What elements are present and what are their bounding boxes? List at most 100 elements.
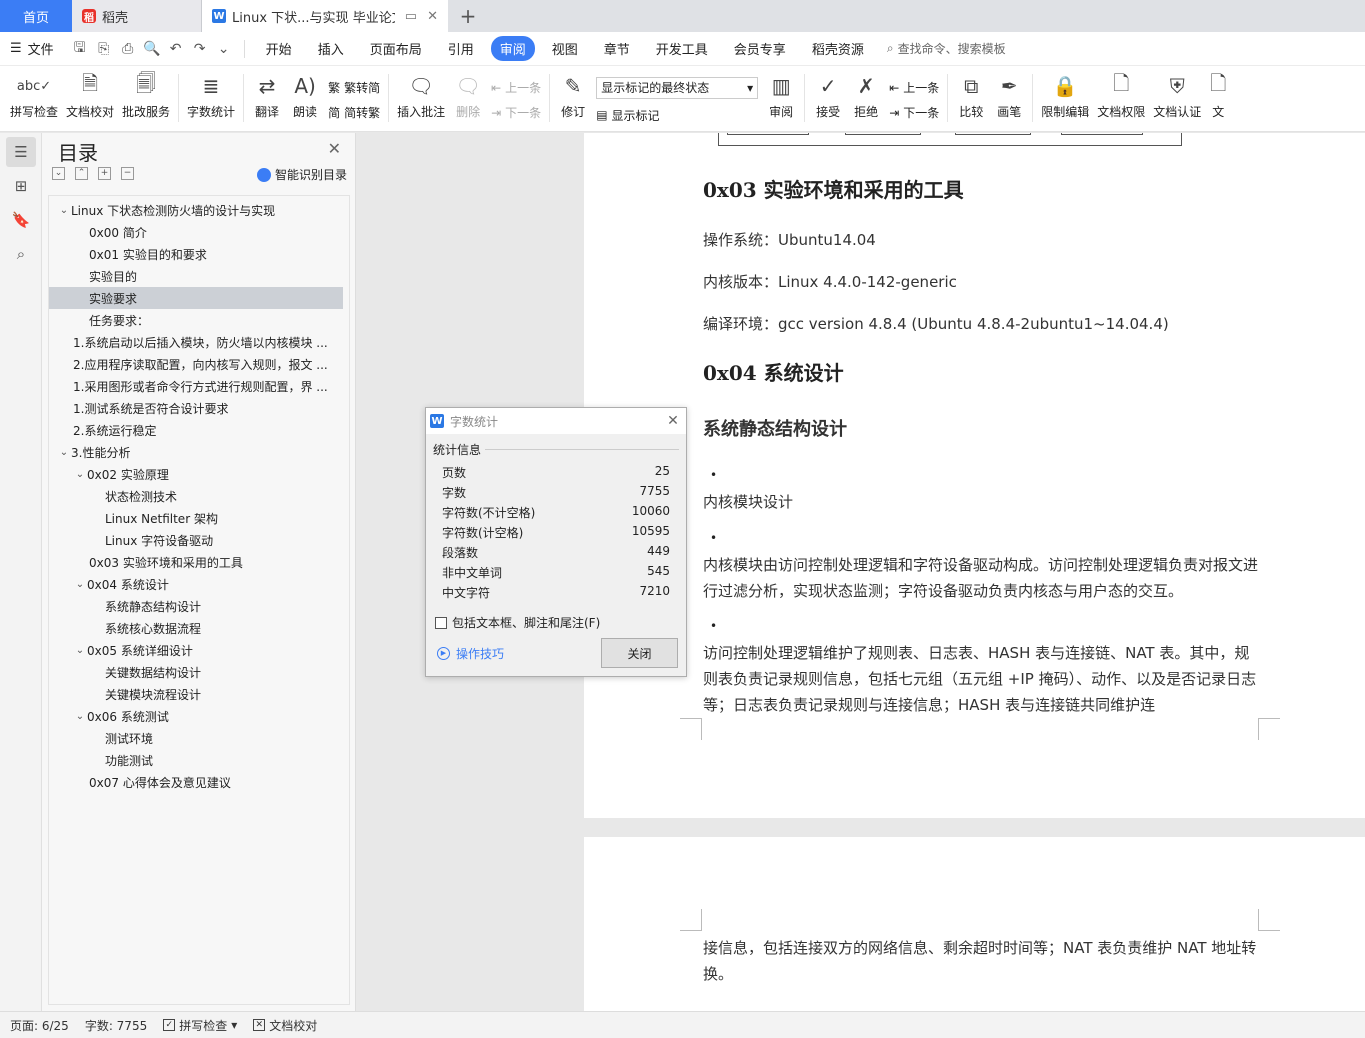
smart-toc-button[interactable]: 智能识别目录: [256, 166, 347, 183]
close-icon[interactable]: ✕: [660, 413, 686, 429]
prev-comment-button[interactable]: ⇤ 上一条: [491, 79, 541, 96]
file-menu[interactable]: ☰ 文件: [10, 39, 54, 58]
review-pane-button[interactable]: ▥ 审阅: [766, 66, 796, 126]
toc-item[interactable]: ⌄ 0x02 实验原理: [49, 463, 349, 485]
expand-all-icon[interactable]: ⌄: [52, 167, 65, 180]
menu-resources[interactable]: 稻壳资源: [803, 36, 873, 61]
toc-item[interactable]: 实验要求: [49, 287, 343, 309]
find-icon[interactable]: ⌕: [6, 239, 36, 269]
translate-button[interactable]: ⇄ 翻译: [252, 66, 282, 126]
save-icon[interactable]: 🖫: [68, 37, 92, 61]
toc-item[interactable]: 2.应用程序读取配置，向内核写入规则，报文 ...: [49, 353, 349, 375]
track-changes-button[interactable]: ✎ 修订: [558, 66, 588, 126]
menu-developer[interactable]: 开发工具: [647, 36, 717, 61]
tab-wk[interactable]: 稻 稻壳: [72, 0, 202, 32]
spellcheck-status[interactable]: ✓ 拼写检查 ▾: [163, 1017, 237, 1034]
chevron-down-icon[interactable]: ⌄: [57, 447, 71, 458]
more-ribbon-button[interactable]: 🗋 文: [1209, 66, 1227, 126]
remove-heading-icon[interactable]: −: [121, 167, 134, 180]
to-simplified-button[interactable]: 简简转繁: [328, 104, 380, 121]
word-count-status[interactable]: 字数: 7755: [85, 1017, 147, 1034]
menu-member[interactable]: 会员专享: [725, 36, 795, 61]
next-change-button[interactable]: ⇥ 下一条: [889, 104, 939, 121]
read-aloud-button[interactable]: A) 朗读: [290, 66, 320, 126]
doc-certify-button[interactable]: ⛨ 文档认证: [1153, 66, 1201, 126]
document-page[interactable]: 接信息，包括连接双方的网络信息、剩余超时时间等；NAT 表负责维护 NAT 地址…: [584, 837, 1365, 1011]
restrict-edit-button[interactable]: 🔒 限制编辑: [1041, 66, 1089, 126]
compare-button[interactable]: ⧉ 比较: [956, 66, 986, 126]
insert-comment-button[interactable]: 🗨 插入批注: [397, 66, 445, 126]
toc-item[interactable]: 0x03 实验环境和采用的工具: [49, 551, 349, 573]
tab-document[interactable]: W Linux 下状...与实现 毕业论文 ▭ ✕: [202, 0, 448, 32]
toc-item[interactable]: ⌄ 3.性能分析: [49, 441, 349, 463]
close-tab-icon[interactable]: ✕: [427, 9, 438, 24]
tips-link[interactable]: ▶ 操作技巧: [437, 645, 504, 662]
menu-reference[interactable]: 引用: [439, 36, 483, 61]
word-count-button[interactable]: ≣ 字数统计: [187, 66, 235, 126]
prev-change-button[interactable]: ⇤ 上一条: [889, 79, 939, 96]
chevron-down-icon[interactable]: ⌄: [73, 645, 87, 656]
toc-item[interactable]: 0x07 心得体会及意见建议: [49, 771, 349, 793]
menu-insert[interactable]: 插入: [309, 36, 353, 61]
menu-start[interactable]: 开始: [257, 36, 301, 61]
toc-item[interactable]: Linux 字符设备驱动: [49, 529, 349, 551]
proofread-button[interactable]: 🗎 文档校对: [66, 66, 114, 126]
to-traditional-button[interactable]: 繁繁转简: [328, 79, 380, 96]
toc-item[interactable]: 系统核心数据流程: [49, 617, 349, 639]
collapse-all-icon[interactable]: ⌃: [75, 167, 88, 180]
checkbox-box[interactable]: [435, 616, 447, 629]
toc-item[interactable]: 功能测试: [49, 749, 349, 771]
redo-icon[interactable]: ↷: [188, 37, 212, 61]
next-comment-button[interactable]: ⇥ 下一条: [491, 104, 541, 121]
doc-permission-button[interactable]: 🗋 文档权限: [1097, 66, 1145, 126]
toc-item[interactable]: 实验目的: [49, 265, 349, 287]
proofread-status[interactable]: ✕ 文档校对: [253, 1017, 317, 1034]
chevron-down-icon[interactable]: ⌄: [73, 469, 87, 480]
toc-item[interactable]: 测试环境: [49, 727, 349, 749]
chevron-down-icon[interactable]: ⌄: [73, 711, 87, 722]
toc-item[interactable]: 1.系统启动以后插入模块，防火墙以内核模块 ...: [49, 331, 349, 353]
new-tab-icon[interactable]: +: [448, 0, 488, 32]
dialog-close-button[interactable]: 关闭: [601, 638, 678, 668]
toc-item[interactable]: 系统静态结构设计: [49, 595, 349, 617]
toc-item[interactable]: 任务要求：: [49, 309, 349, 331]
review-service-button[interactable]: 🗐 批改服务: [122, 66, 170, 126]
pen-button[interactable]: ✒ 画笔: [994, 66, 1024, 126]
close-icon[interactable]: ✕: [328, 139, 341, 158]
bookmark-icon[interactable]: 🔖: [6, 205, 36, 235]
chevron-down-icon[interactable]: ⌄: [57, 205, 71, 216]
menu-review[interactable]: 审阅: [490, 36, 535, 61]
document-page[interactable]: 0x03 实验环境和采用的工具 操作系统：Ubuntu14.04 内核版本：Li…: [584, 133, 1365, 818]
tab-home[interactable]: 首页: [0, 0, 72, 32]
toc-item[interactable]: 0x00 简介: [49, 221, 349, 243]
toc-item[interactable]: 2.系统运行稳定: [49, 419, 349, 441]
display-mode-select[interactable]: 显示标记的最终状态 ▾: [596, 76, 759, 99]
print-icon[interactable]: ⎙: [116, 37, 140, 61]
chevron-down-icon[interactable]: ⌄: [73, 579, 87, 590]
menu-chapter[interactable]: 章节: [595, 36, 639, 61]
reject-button[interactable]: ✗ 拒绝: [851, 66, 881, 126]
menu-page-layout[interactable]: 页面布局: [361, 36, 431, 61]
dialog-titlebar[interactable]: W 字数统计 ✕: [426, 408, 686, 434]
include-notes-checkbox[interactable]: 包括文本框、脚注和尾注(F): [435, 614, 600, 631]
menu-view[interactable]: 视图: [543, 36, 587, 61]
chapter-nav-icon[interactable]: ⊞: [6, 171, 36, 201]
toc-item[interactable]: 1.采用图形或者命令行方式进行规则配置，界 ...: [49, 375, 349, 397]
toc-item[interactable]: ⌄ 0x06 系统测试: [49, 705, 349, 727]
toc-item[interactable]: 状态检测技术: [49, 485, 349, 507]
command-search[interactable]: ⌕ 查找命令、搜索模板: [887, 40, 1006, 57]
delete-comment-button[interactable]: 🗨 删除: [453, 66, 483, 126]
window-restore-icon[interactable]: ▭: [405, 9, 417, 24]
customize-chevron-icon[interactable]: ⌄: [212, 37, 236, 61]
toc-item[interactable]: 1.测试系统是否符合设计要求: [49, 397, 349, 419]
export-icon[interactable]: ⎘: [92, 37, 116, 61]
toc-item[interactable]: ⌄ 0x05 系统详细设计: [49, 639, 349, 661]
toc-item[interactable]: ⌄ Linux 下状态检测防火墙的设计与实现: [49, 199, 349, 221]
toc-item[interactable]: 关键数据结构设计: [49, 661, 349, 683]
toc-item[interactable]: 关键模块流程设计: [49, 683, 349, 705]
toc-item[interactable]: ⌄ 0x04 系统设计: [49, 573, 349, 595]
add-heading-icon[interactable]: +: [98, 167, 111, 180]
toc-panel-icon[interactable]: ☰: [6, 137, 36, 167]
toc-item[interactable]: 0x01 实验目的和要求: [49, 243, 349, 265]
undo-icon[interactable]: ↶: [164, 37, 188, 61]
